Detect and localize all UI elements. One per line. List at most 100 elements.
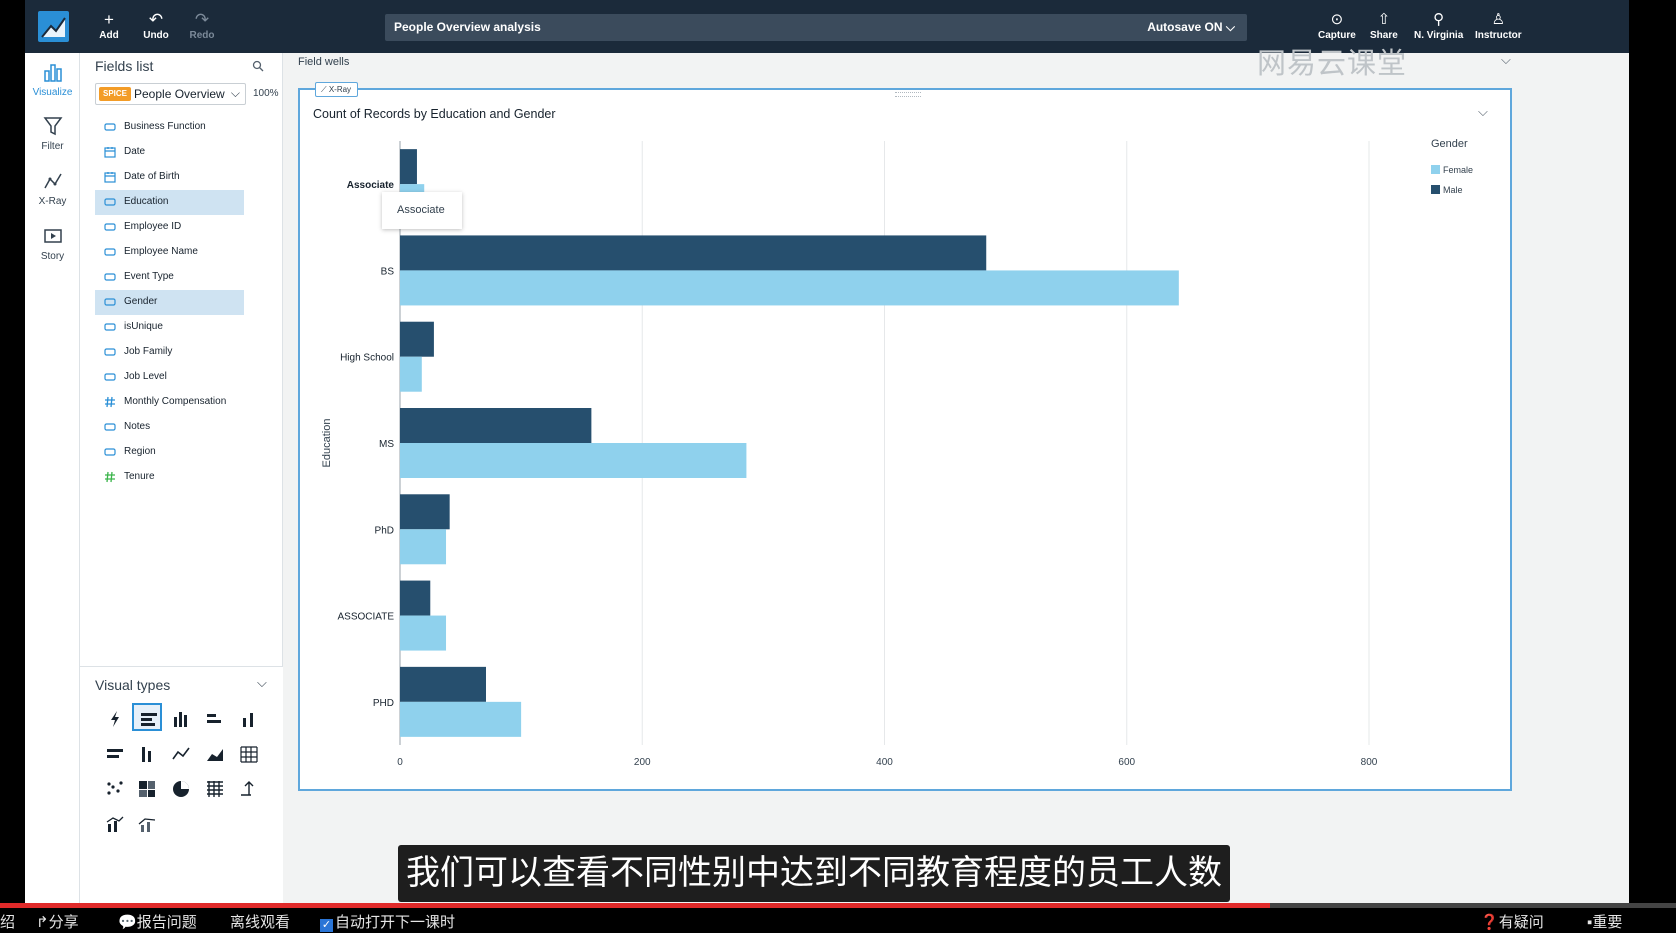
checkbox-icon[interactable]: ✓ <box>320 919 333 932</box>
autograph-visual-type[interactable] <box>100 705 130 733</box>
region-button[interactable]: ⚲ N. Virginia <box>1414 10 1463 41</box>
capture-button[interactable]: ⊙ Capture <box>1318 10 1356 41</box>
field-label: Employee Name <box>124 246 198 257</box>
field-item[interactable]: Tenure <box>95 465 244 490</box>
chevron-down-icon[interactable]: ⌵ <box>1478 104 1488 120</box>
field-label: Employee ID <box>124 221 182 232</box>
stacked-bar-visual-type[interactable] <box>100 740 130 768</box>
undo-button[interactable]: ↶ Undo <box>131 10 181 41</box>
field-item[interactable]: Event Type <box>95 265 244 290</box>
field-item[interactable]: Job Level <box>95 365 244 390</box>
search-icon[interactable] <box>252 59 264 77</box>
horizontal-bar-visual-type[interactable] <box>132 703 162 731</box>
xray-icon <box>25 170 80 196</box>
tooltip: Associate <box>382 192 462 229</box>
share-button[interactable]: ↱分享 <box>36 911 79 932</box>
dataset-percent: 100% <box>253 88 279 99</box>
line-bar-combo-visual-type[interactable] <box>132 810 162 838</box>
video-subtitle: 我们可以查看不同性别中达到不同教育程度的员工人数 <box>398 845 1230 902</box>
bar-male <box>400 494 450 530</box>
autoplay-toggle[interactable]: ✓ 自动打开下一课时 <box>320 911 455 932</box>
redo-icon: ↷ <box>194 10 210 29</box>
watermark-logo: 网易云课堂 <box>1257 48 1408 80</box>
field-item[interactable]: Employee Name <box>95 240 244 265</box>
legend-item-male[interactable]: Male <box>1431 185 1463 195</box>
rail-xray[interactable]: X-Ray <box>25 170 80 207</box>
left-rail: Visualize Filter X-Ray Story <box>25 53 80 903</box>
rail-visualize[interactable]: Visualize <box>25 61 80 98</box>
visual-types-title: Visual types <box>95 677 171 693</box>
field-item[interactable]: Employee ID <box>95 215 244 240</box>
user-menu-button[interactable]: ♙ Instructor <box>1475 10 1522 41</box>
legend-item-female[interactable]: Female <box>1431 165 1473 175</box>
clustered-column-visual-type[interactable] <box>234 705 264 733</box>
kpi-visual-type[interactable] <box>234 775 264 803</box>
report-issue-button[interactable]: 💬报告问题 <box>118 911 197 932</box>
field-item[interactable]: isUnique <box>95 315 244 340</box>
dimension-icon <box>104 448 116 456</box>
field-label: isUnique <box>124 321 163 332</box>
offline-watch-button[interactable]: 离线观看 <box>230 911 290 932</box>
legend-swatch-female <box>1431 165 1440 174</box>
chevron-down-icon[interactable]: ⌵ <box>257 675 267 691</box>
important-button[interactable]: ▪重要 <box>1587 911 1622 932</box>
area-chart-visual-type[interactable] <box>200 740 230 768</box>
autosave-dropdown[interactable]: Autosave ON ⌵ <box>1147 20 1235 35</box>
field-label: Notes <box>124 421 151 432</box>
chevron-down-icon[interactable]: ⌵ <box>1501 52 1511 68</box>
autoplay-label: 自动打开下一课时 <box>335 914 456 931</box>
add-button[interactable]: + Add <box>84 10 134 41</box>
rail-filter-label: Filter <box>41 141 64 152</box>
analysis-title[interactable]: People Overview analysis <box>394 20 541 34</box>
dimension-icon <box>104 348 116 356</box>
clustered-bar-visual-type[interactable] <box>200 705 230 733</box>
field-label: Tenure <box>124 471 155 482</box>
field-wells-toggle[interactable]: Field wells <box>298 56 349 68</box>
vertical-bar-visual-type[interactable] <box>166 705 196 733</box>
redo-button[interactable]: ↷ Redo <box>177 10 227 41</box>
autosave-label: Autosave ON <box>1147 20 1223 34</box>
bar-chart-icon <box>25 61 80 87</box>
hash-icon <box>105 396 115 408</box>
calendar-icon <box>104 147 116 158</box>
field-label: Monthly Compensation <box>124 396 227 407</box>
rail-story[interactable]: Story <box>25 225 80 262</box>
heat-map-visual-type[interactable] <box>132 775 162 803</box>
field-item[interactable]: Date <box>95 140 244 165</box>
share-button[interactable]: ⇧ Share <box>1370 10 1398 41</box>
question-button[interactable]: ❓有疑问 <box>1480 911 1544 932</box>
stacked-column-visual-type[interactable] <box>132 740 162 768</box>
report-label: 报告问题 <box>136 914 197 931</box>
field-item[interactable]: Education <box>95 190 244 215</box>
pie-chart-visual-type[interactable] <box>166 775 196 803</box>
dataset-selector[interactable]: SPICE People Overview ⌵ <box>95 83 246 105</box>
field-item[interactable]: Business Function <box>95 115 244 140</box>
legend-swatch-male <box>1431 185 1440 194</box>
field-item[interactable]: Notes <box>95 415 244 440</box>
y-axis-title: Education <box>321 419 333 468</box>
field-label: Region <box>124 446 156 457</box>
table-visual-type[interactable] <box>234 740 264 768</box>
x-tick-label: 600 <box>1118 757 1135 768</box>
location-pin-icon: ⚲ <box>1433 11 1445 28</box>
field-label: Date of Birth <box>124 171 180 182</box>
field-item[interactable]: Job Family <box>95 340 244 365</box>
line-chart-visual-type[interactable] <box>166 740 196 768</box>
y-category-label: ASSOCIATE <box>338 612 395 623</box>
visual-card[interactable]: 0 200 400 600 800 Associate BS High School MS PhD… <box>298 82 1512 791</box>
scatter-plot-visual-type[interactable] <box>100 775 130 803</box>
combo-chart-visual-type[interactable] <box>100 810 130 838</box>
quicksight-logo-icon[interactable] <box>38 11 69 42</box>
field-item[interactable]: Region <box>95 440 244 465</box>
field-item[interactable]: Monthly Compensation <box>95 390 244 415</box>
xray-tag-label: X-Ray <box>328 85 352 94</box>
field-item[interactable]: Gender <box>95 290 244 315</box>
drag-handle[interactable] <box>895 92 921 97</box>
bar-male <box>400 408 592 443</box>
field-label: Event Type <box>124 271 174 282</box>
xray-tag[interactable]: ⟋ X-Ray <box>315 82 359 97</box>
analysis-name-bar[interactable]: People Overview analysis Autosave ON ⌵ <box>385 14 1247 41</box>
rail-filter[interactable]: Filter <box>25 115 80 152</box>
pivot-table-visual-type[interactable] <box>200 775 230 803</box>
field-item[interactable]: Date of Birth <box>95 165 244 190</box>
